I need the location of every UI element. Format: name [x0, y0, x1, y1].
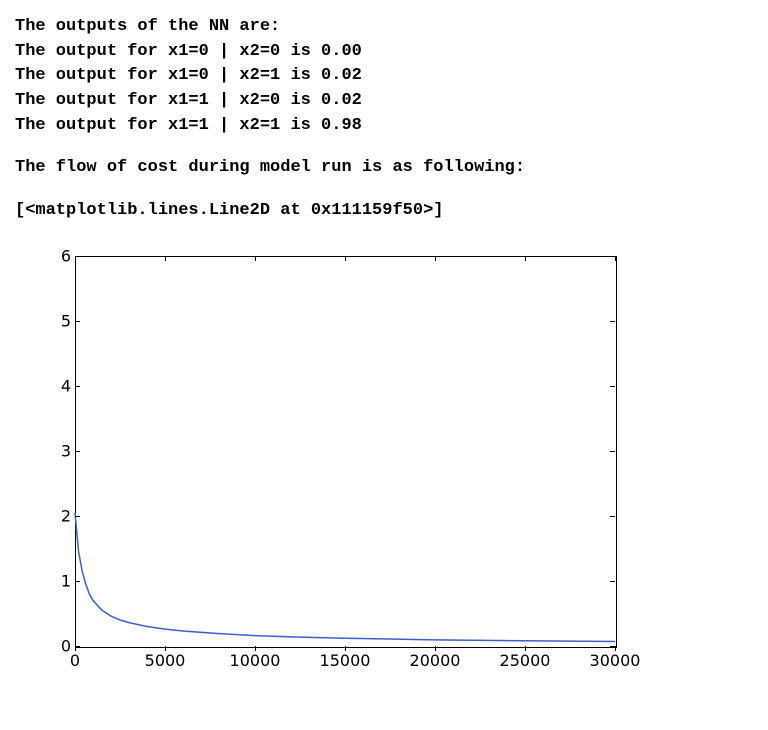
xtick-mark-t-10000	[255, 256, 256, 261]
ytick-label-3: 3	[51, 442, 71, 461]
nn-output-text: The outputs of the NN are: The output fo…	[15, 15, 753, 223]
ytick-label-6: 6	[51, 247, 71, 266]
xtick-mark-t-5000	[165, 256, 166, 261]
xtick-label-15000: 15000	[320, 651, 371, 670]
cost-chart: 0123456050001000015000200002500030000	[25, 241, 625, 681]
xtick-mark-0	[75, 646, 76, 651]
ytick-label-5: 5	[51, 312, 71, 331]
ytick-mark-r-4	[610, 386, 615, 387]
xtick-mark-30000	[615, 646, 616, 651]
flow-caption: The flow of cost during model run is as …	[15, 156, 753, 181]
xtick-mark-t-0	[75, 256, 76, 261]
ytick-mark-r-5	[610, 321, 615, 322]
xtick-label-30000: 30000	[590, 651, 641, 670]
xtick-mark-20000	[435, 646, 436, 651]
xtick-mark-15000	[345, 646, 346, 651]
xtick-mark-t-25000	[525, 256, 526, 261]
xtick-mark-5000	[165, 646, 166, 651]
xtick-label-10000: 10000	[230, 651, 281, 670]
ytick-label-1: 1	[51, 572, 71, 591]
xtick-label-20000: 20000	[410, 651, 461, 670]
ytick-mark-5	[75, 321, 80, 322]
output-row-4: The output for x1=1 | x2=1 is 0.98	[15, 114, 753, 139]
ytick-mark-2	[75, 516, 80, 517]
ytick-label-0: 0	[51, 637, 71, 656]
xtick-mark-10000	[255, 646, 256, 651]
ytick-mark-r-1	[610, 581, 615, 582]
xtick-mark-t-20000	[435, 256, 436, 261]
xtick-mark-t-30000	[615, 256, 616, 261]
ytick-mark-3	[75, 451, 80, 452]
ytick-mark-4	[75, 386, 80, 387]
xtick-label-0: 0	[70, 651, 80, 670]
ytick-mark-1	[75, 581, 80, 582]
output-row-3: The output for x1=1 | x2=0 is 0.02	[15, 89, 753, 114]
matplotlib-repr: [<matplotlib.lines.Line2D at 0x111159f50…	[15, 199, 753, 224]
output-row-2: The output for x1=0 | x2=1 is 0.02	[15, 64, 753, 89]
ytick-label-2: 2	[51, 507, 71, 526]
xtick-label-5000: 5000	[145, 651, 186, 670]
ytick-mark-r-2	[610, 516, 615, 517]
ytick-label-4: 4	[51, 377, 71, 396]
xtick-mark-25000	[525, 646, 526, 651]
ytick-mark-r-3	[610, 451, 615, 452]
xtick-label-25000: 25000	[500, 651, 551, 670]
output-header: The outputs of the NN are:	[15, 15, 753, 40]
cost-curve	[75, 256, 615, 646]
xtick-mark-t-15000	[345, 256, 346, 261]
output-row-1: The output for x1=0 | x2=0 is 0.00	[15, 40, 753, 65]
